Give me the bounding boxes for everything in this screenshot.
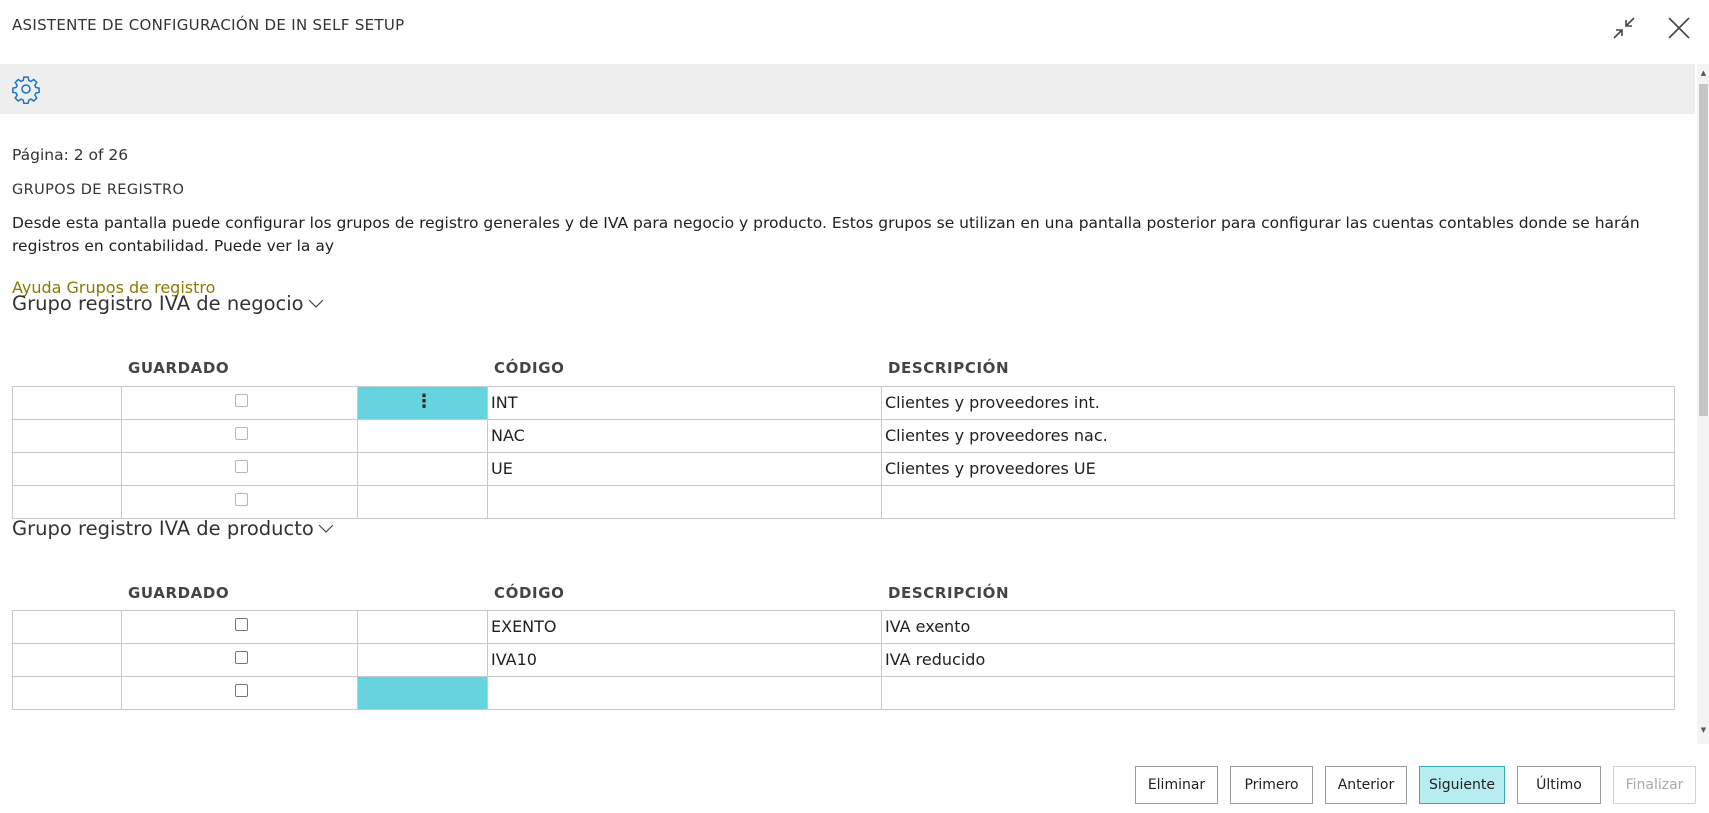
scrollbar-thumb[interactable] <box>1699 84 1708 416</box>
column-header-code[interactable]: CÓDIGO <box>494 584 564 602</box>
column-header-saved[interactable]: GUARDADO <box>128 359 229 377</box>
saved-checkbox[interactable] <box>235 618 248 631</box>
row-selector <box>13 644 122 676</box>
row-selector <box>13 453 122 485</box>
description-cell[interactable]: Clientes y proveedores int. <box>882 387 1674 419</box>
business-group-title: Grupo registro IVA de negocio <box>12 292 304 315</box>
description-cell[interactable]: IVA reducido <box>882 644 1674 676</box>
row-selector <box>13 486 122 518</box>
row-actions-cell[interactable] <box>358 420 488 452</box>
saved-cell <box>122 453 358 485</box>
section-title: GRUPOS DE REGISTRO <box>12 182 185 198</box>
previous-button[interactable]: Anterior <box>1325 766 1407 804</box>
code-cell[interactable] <box>488 486 882 518</box>
row-selector <box>13 387 122 419</box>
code-cell[interactable]: INT <box>488 387 882 419</box>
saved-checkbox[interactable] <box>235 684 248 697</box>
row-actions-cell[interactable] <box>358 611 488 643</box>
table-row[interactable]: NAC Clientes y proveedores nac. <box>13 420 1674 453</box>
saved-checkbox[interactable] <box>235 427 248 440</box>
business-group-table: ⋮ INT Clientes y proveedores int. NAC Cl… <box>12 386 1675 519</box>
description-cell[interactable]: Clientes y proveedores nac. <box>882 420 1674 452</box>
dialog-title: ASISTENTE DE CONFIGURACIÓN DE IN SELF SE… <box>12 16 405 34</box>
table-row[interactable]: EXENTO IVA exento <box>13 611 1674 644</box>
row-selector <box>13 420 122 452</box>
table-row[interactable]: ⋮ INT Clientes y proveedores int. <box>13 387 1674 420</box>
saved-checkbox[interactable] <box>235 651 248 664</box>
description-cell[interactable] <box>882 677 1674 709</box>
product-group-toggle[interactable]: Grupo registro IVA de producto <box>12 517 334 540</box>
code-cell[interactable]: IVA10 <box>488 644 882 676</box>
saved-cell <box>122 677 358 709</box>
scroll-down-icon[interactable]: ▼ <box>1699 725 1708 735</box>
table-row[interactable]: IVA10 IVA reducido <box>13 644 1674 677</box>
delete-button[interactable]: Eliminar <box>1135 766 1218 804</box>
saved-cell <box>122 644 358 676</box>
section-description: Desde esta pantalla puede configurar los… <box>12 214 1640 255</box>
product-group-title: Grupo registro IVA de producto <box>12 517 314 540</box>
column-header-description[interactable]: DESCRIPCIÓN <box>888 584 1009 602</box>
saved-cell <box>122 387 358 419</box>
description-cell[interactable]: IVA exento <box>882 611 1674 643</box>
collapse-icon[interactable] <box>1608 12 1640 44</box>
gear-icon[interactable] <box>10 73 42 105</box>
row-actions-cell[interactable] <box>358 486 488 518</box>
row-actions-cell[interactable] <box>358 677 488 709</box>
table-row[interactable]: UE Clientes y proveedores UE <box>13 453 1674 486</box>
saved-cell <box>122 486 358 518</box>
code-cell[interactable] <box>488 677 882 709</box>
description-cell[interactable]: Clientes y proveedores UE <box>882 453 1674 485</box>
dialog-footer: Eliminar Primero Anterior Siguiente Últi… <box>0 744 1709 813</box>
action-bar <box>0 64 1695 114</box>
more-options-icon[interactable]: ⋮ <box>415 387 433 417</box>
product-group-table: EXENTO IVA exento IVA10 IVA reducido <box>12 610 1675 710</box>
code-cell[interactable]: NAC <box>488 420 882 452</box>
table-row[interactable] <box>13 677 1674 710</box>
row-selector <box>13 677 122 709</box>
row-actions-cell[interactable] <box>358 644 488 676</box>
page-indicator: Página: 2 of 26 <box>12 146 129 164</box>
last-button[interactable]: Último <box>1517 766 1601 804</box>
column-header-description[interactable]: DESCRIPCIÓN <box>888 359 1009 377</box>
dialog-header: ASISTENTE DE CONFIGURACIÓN DE IN SELF SE… <box>0 0 1709 64</box>
chevron-down-icon <box>308 299 324 308</box>
scroll-up-icon[interactable]: ▲ <box>1699 68 1708 78</box>
finish-button[interactable]: Finalizar <box>1613 766 1696 804</box>
row-selector <box>13 611 122 643</box>
row-actions-cell[interactable] <box>358 453 488 485</box>
saved-checkbox[interactable] <box>235 394 248 407</box>
saved-cell <box>122 611 358 643</box>
saved-checkbox[interactable] <box>235 460 248 473</box>
next-button[interactable]: Siguiente <box>1419 766 1505 804</box>
column-header-saved[interactable]: GUARDADO <box>128 584 229 602</box>
chevron-down-icon <box>318 524 334 533</box>
close-icon[interactable] <box>1663 12 1695 44</box>
table-row[interactable] <box>13 486 1674 519</box>
code-cell[interactable]: EXENTO <box>488 611 882 643</box>
business-group-toggle[interactable]: Grupo registro IVA de negocio <box>12 292 324 315</box>
description-cell[interactable] <box>882 486 1674 518</box>
saved-checkbox[interactable] <box>235 493 248 506</box>
code-cell[interactable]: UE <box>488 453 882 485</box>
saved-cell <box>122 420 358 452</box>
content-area: Página: 2 of 26 GRUPOS DE REGISTRO Desde… <box>0 114 1695 744</box>
column-header-code[interactable]: CÓDIGO <box>494 359 564 377</box>
first-button[interactable]: Primero <box>1230 766 1313 804</box>
row-actions-cell[interactable]: ⋮ <box>358 387 488 419</box>
